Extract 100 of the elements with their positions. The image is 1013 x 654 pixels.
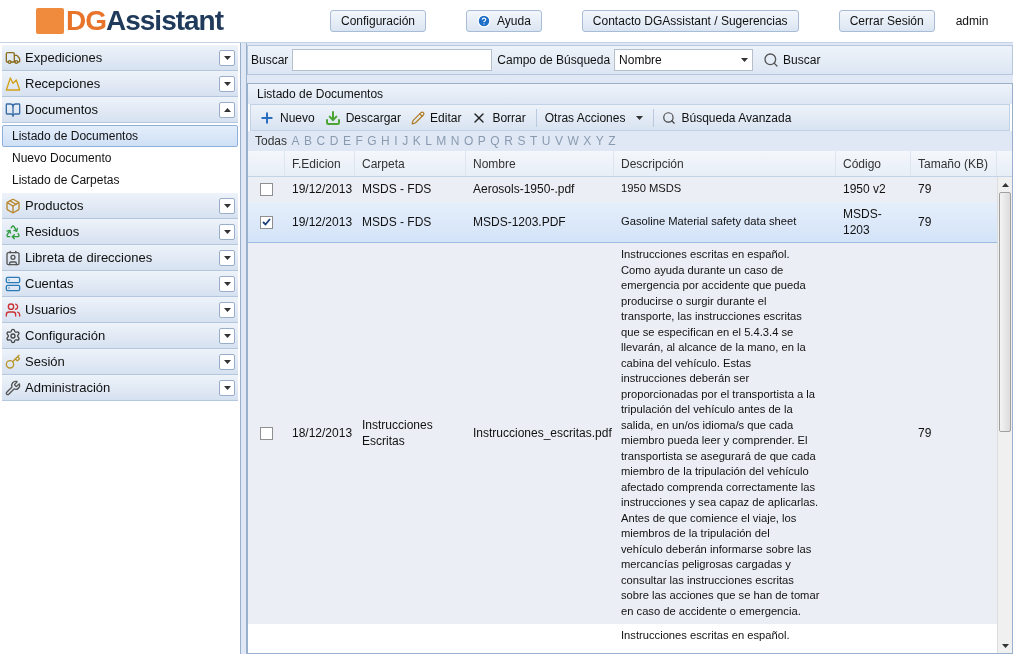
wrench-icon — [5, 379, 21, 396]
section-label: Configuración — [25, 326, 107, 345]
logo: DGAssistant — [66, 7, 224, 35]
search-label: Buscar — [251, 52, 289, 69]
sidebar-section[interactable]: Configuración — [2, 323, 238, 349]
table-row[interactable] — [248, 243, 997, 624]
toolbar-button[interactable]: Descargar — [324, 108, 412, 127]
help-button[interactable]: Ayuda — [466, 10, 542, 32]
section-label: Residuos — [25, 222, 81, 241]
book-icon — [5, 101, 21, 118]
expand-toggle[interactable] — [219, 197, 235, 214]
column-header[interactable]: Nombre — [466, 151, 614, 176]
sidebar-section[interactable]: Libreta de direcciones — [2, 245, 238, 271]
expand-toggle[interactable] — [219, 353, 235, 370]
table-row[interactable]: 19/12/2013 MSDS - FDS MSDS-1203.PDF Gasoline Material safety data sheet MSDS-1203 79 — [248, 202, 997, 243]
table-cell-text: MSDS-1203 — [843, 206, 883, 238]
sidebar-section[interactable]: Expediciones — [2, 45, 238, 71]
sidebar-section[interactable]: Sesión — [2, 349, 238, 375]
toolbar-button[interactable]: Otras Acciones — [535, 108, 654, 127]
sidebar-link[interactable]: Listado de Carpetas — [2, 169, 238, 191]
letter-filter[interactable]: Todas — [255, 132, 288, 150]
expand-toggle[interactable] — [219, 379, 235, 396]
scrollbar[interactable] — [997, 177, 1012, 653]
row-checkbox[interactable] — [260, 182, 273, 196]
expand-toggle[interactable] — [219, 49, 235, 66]
expand-toggle[interactable] — [219, 75, 235, 92]
header-button[interactable]: Cerrar Sesión — [838, 10, 935, 32]
toolbar-button[interactable]: Búsqueda Avanzada — [653, 108, 802, 127]
sidebar-section[interactable]: Recepciones — [2, 71, 238, 97]
table-row[interactable]: 19/12/2013 MSDS - FDS Aerosols-1950-.pdf 1950 MSDS 1950 v2 79 — [248, 177, 997, 202]
expand-toggle[interactable] — [219, 275, 235, 292]
table-cell: 1950 v2 — [843, 181, 886, 197]
search-field-select[interactable]: Nombre — [614, 49, 754, 71]
sidebar-link[interactable]: Nuevo Documento — [2, 147, 238, 169]
section-label: Cuentas — [25, 274, 75, 293]
header-button[interactable]: Contacto DGAssistant / Sugerencias — [581, 10, 799, 32]
box-icon — [5, 197, 21, 214]
key-icon — [5, 353, 21, 370]
section-label: Administración — [25, 378, 112, 397]
table-cell: 18/12/2013 — [292, 425, 353, 441]
column-header[interactable]: Carpeta — [355, 151, 466, 176]
section-label: Expediciones — [25, 48, 104, 67]
expand-arrow-icon — [223, 385, 231, 390]
sidebar-section[interactable]: Cuentas — [2, 271, 238, 297]
section-label: Libreta de direcciones — [25, 248, 154, 267]
sidebar-section[interactable]: Residuos — [2, 219, 238, 245]
toolbar-button[interactable]: Borrar — [471, 108, 536, 127]
expand-arrow-icon — [223, 229, 231, 234]
panel-title: Listado de Documentos — [248, 84, 1012, 104]
caret-icon — [636, 115, 644, 120]
row-checkbox[interactable] — [260, 215, 273, 229]
table-cell: Aerosols-1950-.pdf — [473, 181, 575, 197]
expand-toggle[interactable] — [219, 223, 235, 240]
collapse-toggle[interactable] — [219, 101, 235, 118]
column-header[interactable]: Tamaño (KB) — [911, 151, 997, 176]
collapse-arrow-icon — [223, 107, 231, 112]
expand-arrow-icon — [223, 359, 231, 364]
users-icon — [5, 301, 21, 318]
column-header[interactable]: Código — [836, 151, 911, 176]
table-cell: Instrucciones escritas en español. Como ayuda durante un caso de emergencia por accidente que pueda producirse o surgir durante el transporte, las instrucciones escritas que se especifican en el 5.4.3.4 se llevarán, al alcance de la mano, en la cabina del vehículo. Estas instrucciones deberán ser proporcionadas por el transportista a la tripulación del vehículo antes de la salida, en un/os idioma/s que cada miembro pueda leer y comprender. El transportista se asegurará de que cada miembro de la tripulación del vehículo afectado comprenda correctamente las instrucciones y sea capaz de aplicarlas. Antes de que comience el viaje, los miembros de la tripulación del vehículo deberán informarse sobre las mercancías peligrosas cargadas y consultar las instrucciones escritas sobre las acciones que se han de tomar en caso de accidente o emergencia. — [621, 247, 820, 619]
sidebar-section[interactable]: Productos — [2, 193, 238, 219]
pencil-icon — [411, 110, 426, 125]
section-label: Recepciones — [25, 74, 102, 93]
section-label: Sesión — [25, 352, 66, 371]
sidebar-section[interactable]: Usuarios — [2, 297, 238, 323]
expand-toggle[interactable] — [219, 327, 235, 344]
toolbar-button[interactable]: Nuevo — [259, 108, 325, 127]
check-icon — [262, 218, 271, 226]
up-arrow-icon — [1001, 182, 1009, 187]
table-cell: 19/12/2013 — [292, 214, 353, 230]
table-cell: 19/12/2013 — [292, 181, 353, 197]
plus-icon — [259, 109, 275, 126]
table-cell: MSDS - FDS — [362, 214, 432, 230]
sidebar-section[interactable]: Documentos — [2, 97, 238, 123]
scrollbar-thumb[interactable] — [999, 192, 1011, 432]
table-cell: 79 — [918, 214, 932, 230]
table-cell: Instrucciones_escritas.pdf — [473, 425, 612, 441]
row-checkbox[interactable] — [260, 426, 273, 440]
header-button[interactable]: Configuración — [330, 10, 427, 32]
logo-box-icon — [36, 8, 64, 34]
column-header[interactable]: F.Edicion — [285, 151, 355, 176]
expand-toggle[interactable] — [219, 301, 235, 318]
table-cell: 79 — [918, 181, 932, 197]
search-icon — [763, 52, 780, 68]
sidebar-link[interactable]: Listado de Documentos — [2, 125, 238, 147]
column-header[interactable]: Descripción — [614, 151, 836, 176]
gear-icon — [5, 327, 21, 344]
expand-toggle[interactable] — [219, 249, 235, 266]
dropdown-arrow-icon — [741, 58, 749, 62]
search-input[interactable] — [292, 49, 493, 71]
section-label: Productos — [25, 196, 85, 215]
section-label: Documentos — [25, 100, 99, 119]
expand-arrow-icon — [223, 255, 231, 260]
user-name: admin — [955, 13, 989, 30]
expand-arrow-icon — [223, 81, 231, 86]
truck-icon — [5, 49, 21, 66]
sidebar-section[interactable]: Administración — [2, 375, 238, 401]
search-button[interactable]: Buscar — [763, 51, 821, 69]
address-book-icon — [5, 249, 21, 266]
toolbar-button[interactable]: Editar — [411, 108, 472, 127]
